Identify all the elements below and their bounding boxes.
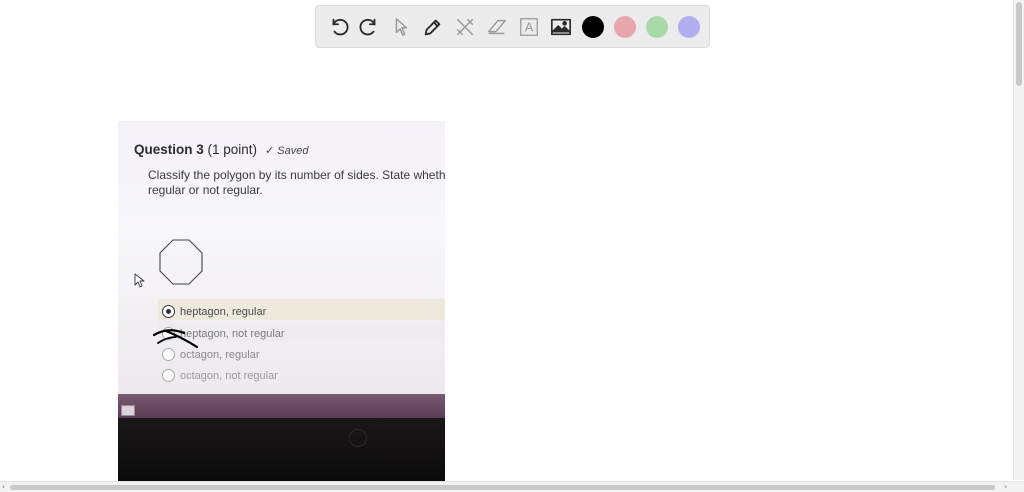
horizontal-scrollbar[interactable]: ‹ › — [0, 481, 1024, 492]
image-icon[interactable] — [549, 15, 573, 39]
option-octagon-not-regular[interactable]: octagon, not regular — [162, 369, 278, 382]
horizontal-scroll-thumb[interactable] — [10, 485, 995, 490]
question-text: Classify the polygon by its number of si… — [148, 168, 445, 197]
undo-icon[interactable] — [327, 15, 351, 39]
saved-status: ✓ Saved — [265, 144, 308, 157]
option-label: octagon, not regular — [180, 369, 278, 382]
text-icon[interactable]: A — [517, 15, 541, 39]
tools-icon[interactable] — [453, 15, 477, 39]
ink-strike-mark — [152, 329, 199, 349]
color-black-swatch[interactable] — [582, 16, 604, 38]
radio-button-selected[interactable] — [162, 305, 175, 318]
scroll-right-arrow-icon[interactable]: › — [1004, 483, 1007, 491]
eraser-icon[interactable] — [485, 15, 509, 39]
laptop-bezel — [118, 418, 445, 482]
question-photo: Question 3 (1 point) ✓ Saved Classify th… — [118, 121, 445, 482]
pen-icon[interactable] — [421, 15, 445, 39]
scroll-left-arrow-icon[interactable]: ‹ — [2, 483, 5, 491]
redo-icon[interactable] — [357, 15, 381, 39]
question-title: Question 3 (1 point) — [134, 142, 257, 157]
octagon-figure — [159, 239, 203, 285]
option-heptagon-regular[interactable]: heptagon, regular — [162, 305, 266, 318]
radio-button[interactable] — [162, 369, 175, 382]
question-points: (1 point) — [207, 142, 258, 157]
question-number: Question 3 — [134, 142, 204, 157]
vertical-scrollbar[interactable] — [1013, 0, 1024, 480]
vertical-scroll-thumb[interactable] — [1016, 2, 1022, 86]
option-label: heptagon, regular — [180, 305, 267, 318]
pointer-icon[interactable] — [389, 15, 413, 39]
drawing-toolbar: A — [315, 5, 710, 48]
brand-logo-icon — [349, 429, 367, 447]
text-icon-glyph: A — [525, 20, 534, 35]
color-green-swatch[interactable] — [646, 16, 668, 38]
saved-label: Saved — [277, 145, 309, 157]
mouse-cursor-icon — [134, 273, 145, 288]
taskbar — [118, 394, 445, 418]
color-pink-swatch[interactable] — [614, 16, 636, 38]
taskbar-app-icon — [121, 405, 135, 416]
color-purple-swatch[interactable] — [678, 16, 700, 38]
checkmark-icon: ✓ — [265, 145, 275, 157]
